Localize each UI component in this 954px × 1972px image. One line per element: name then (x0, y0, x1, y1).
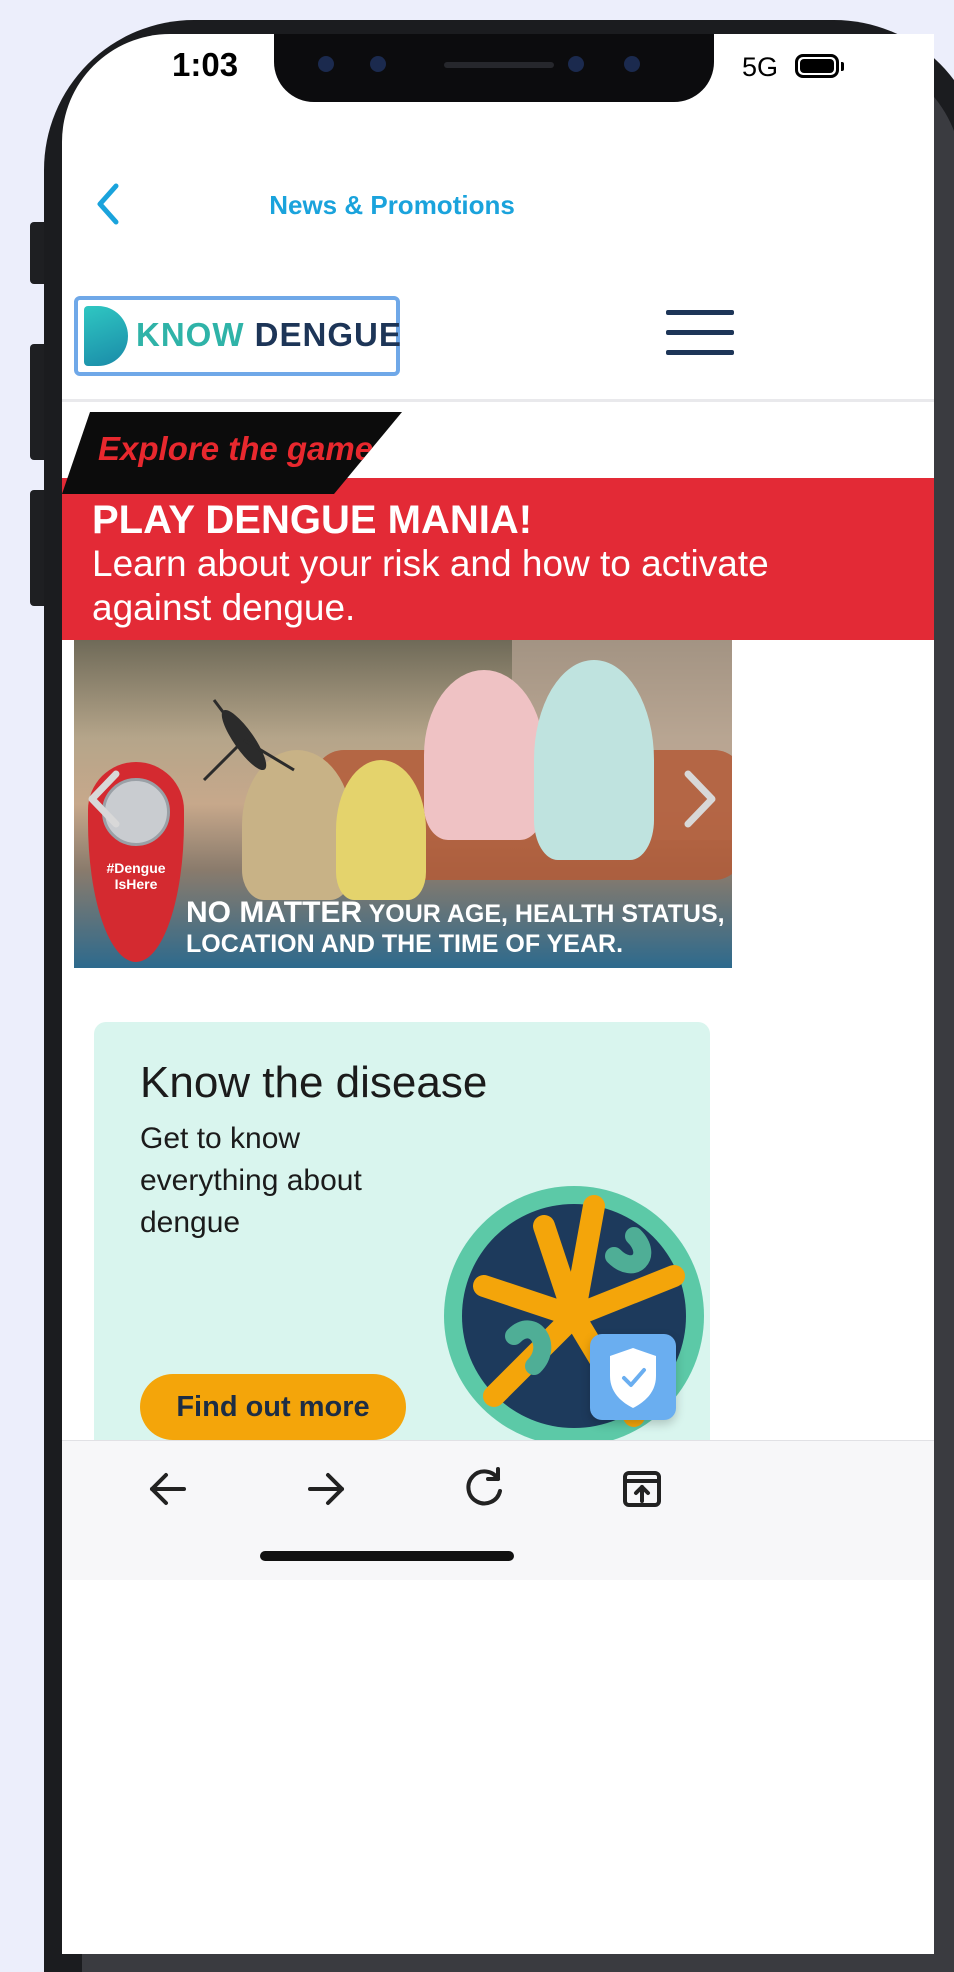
hero-person-child (336, 760, 426, 900)
menu-line (666, 330, 734, 335)
status-time: 1:03 (172, 46, 239, 83)
mosquito-icon (202, 699, 295, 782)
shield-check-icon (610, 1348, 656, 1408)
browser-forward-button[interactable] (296, 1459, 356, 1519)
open-in-browser-icon (623, 1471, 661, 1507)
carousel-prev-button[interactable] (76, 764, 132, 834)
volume-up-button (30, 344, 44, 460)
carousel-image[interactable]: #Dengue IsHere NO MATTER YOUR AGE, HEALT… (74, 640, 732, 968)
notch (274, 34, 714, 102)
battery-icon (795, 54, 839, 78)
arrow-left-icon (150, 1473, 186, 1505)
page-title: News & Promotions (269, 190, 515, 220)
hero-person-father (424, 670, 544, 840)
carousel-next-button[interactable] (672, 764, 728, 834)
browser-back-button[interactable] (138, 1459, 198, 1519)
home-indicator[interactable] (260, 1551, 514, 1561)
logo-text: KNOW DENGUE (136, 316, 402, 354)
browser-reload-button[interactable] (454, 1459, 514, 1519)
camera-icon (318, 56, 334, 72)
banner-title: PLAY DENGUE MANIA! (92, 498, 533, 542)
battery-tip (841, 62, 844, 71)
open-in-browser-button[interactable] (612, 1459, 672, 1519)
reload-icon (466, 1467, 502, 1506)
speaker-grille (444, 62, 554, 68)
explore-tag-label: Explore the game (98, 430, 374, 467)
hero-caption: NO MATTER YOUR AGE, HEALTH STATUS, LOCAT… (186, 898, 726, 959)
network-indicator: 5G (742, 52, 779, 82)
phone-screen: 1:03 5G News & Promotions KNOW DENGUE PL… (62, 34, 934, 1954)
logo-word-dengue: DENGUE (254, 316, 402, 353)
chevron-right-icon (684, 770, 716, 828)
menu-line (666, 350, 734, 355)
sensor-icon (568, 56, 584, 72)
promo-banner[interactable]: PLAY DENGUE MANIA! Learn about your risk… (62, 478, 934, 640)
hamburger-menu-icon[interactable] (662, 304, 738, 364)
hero-caption-emphasis: NO MATTER (186, 896, 363, 929)
site-header: KNOW DENGUE (62, 256, 934, 402)
banner-subtitle: Learn about your risk and how to activat… (92, 543, 769, 628)
silent-switch (30, 222, 44, 284)
arrow-right-icon (308, 1473, 344, 1505)
pin-hashtag: #Dengue IsHere (106, 860, 166, 892)
menu-line (666, 310, 734, 315)
find-out-more-button[interactable]: Find out more (140, 1374, 406, 1440)
browser-toolbar (62, 1440, 934, 1580)
app-header: News & Promotions (62, 174, 934, 254)
card-text: Get to know everything about dengue (140, 1122, 362, 1239)
chevron-left-icon (88, 770, 120, 828)
know-dengue-logo[interactable]: KNOW DENGUE (74, 296, 402, 376)
volume-down-button (30, 490, 44, 606)
hero-person-mother (534, 660, 654, 860)
security-shield-button[interactable] (590, 1334, 676, 1420)
logo-mark-icon (84, 306, 128, 366)
sensor-icon (370, 56, 386, 72)
sensor-icon (624, 56, 640, 72)
card-title: Know the disease (140, 1058, 488, 1107)
logo-word-know: KNOW (136, 316, 245, 353)
